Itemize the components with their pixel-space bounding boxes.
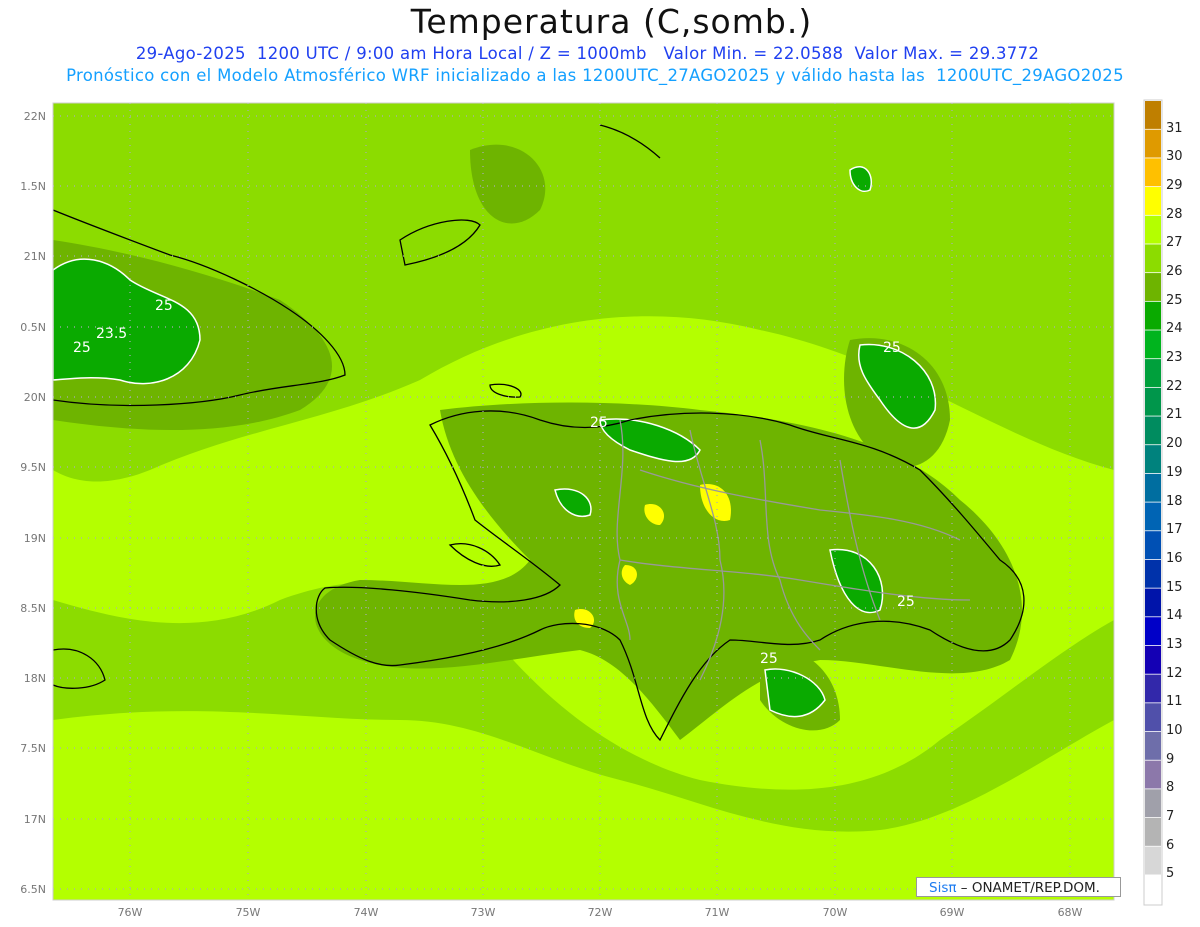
colorbar-swatch (1145, 330, 1161, 359)
colorbar-label: 27 (1166, 235, 1183, 251)
colorbar-swatch (1145, 273, 1161, 301)
colorbar-swatch (1145, 387, 1161, 416)
colorbar-label: 21 (1166, 407, 1183, 423)
longitude-axis: 76W 75W 74W 73W 72W 71W 70W 69W 68W (118, 906, 1083, 919)
lon-tick: 75W (236, 906, 261, 919)
lat-tick: 19N (24, 532, 46, 545)
lat-tick: 20N (24, 391, 46, 404)
colorbar-swatch (1145, 244, 1161, 273)
colorbar-swatch (1145, 301, 1161, 330)
lat-tick: 6.5N (20, 883, 46, 896)
credit-text: – ONAMET/REP.DOM. (960, 880, 1100, 896)
lat-tick: 9.5N (20, 461, 46, 474)
contour-label: 25 (883, 340, 901, 356)
colorbar-label: 5 (1166, 866, 1175, 882)
colorbar-swatch (1145, 617, 1161, 646)
lon-tick: 72W (588, 906, 613, 919)
colorbar-swatch (1145, 531, 1161, 560)
temperature-map: 25 23.5 25 25 25 25 25 76W 75W 74W 73W 7… (20, 99, 1163, 919)
credit-brand: Sisπ (929, 880, 957, 896)
colorbar-swatch (1145, 731, 1161, 760)
lon-tick: 68W (1058, 906, 1083, 919)
lon-tick: 73W (471, 906, 496, 919)
colorbar-label: 10 (1166, 722, 1183, 738)
colorbar-label: 12 (1166, 665, 1183, 681)
colorbar-swatch (1145, 473, 1161, 502)
colorbar-label: 19 (1166, 464, 1183, 480)
colorbar-swatch (1145, 158, 1161, 187)
lat-tick: 1.5N (20, 180, 46, 193)
colorbar-label: 24 (1166, 321, 1183, 337)
contour-label: 25 (760, 651, 778, 667)
contour-label: 25 (73, 340, 91, 356)
colorbar-label: 14 (1166, 608, 1183, 624)
colorbar-swatch (1145, 101, 1161, 129)
colorbar-label: 18 (1166, 493, 1183, 509)
credit-box: Sisπ – ONAMET/REP.DOM. (916, 877, 1121, 897)
lat-tick: 22N (24, 110, 46, 123)
colorbar-swatch (1145, 645, 1161, 674)
colorbar-label: 6 (1166, 837, 1175, 853)
colorbar-label: 16 (1166, 550, 1183, 566)
colorbar-swatch (1145, 875, 1161, 904)
colorbar-swatch (1145, 817, 1161, 846)
colorbar-label: 15 (1166, 579, 1183, 595)
lat-tick: 17N (24, 813, 46, 826)
colorbar-swatch (1145, 502, 1161, 531)
colorbar-swatch (1145, 588, 1161, 617)
colorbar-swatch (1145, 445, 1161, 474)
colorbar-swatch (1145, 187, 1161, 215)
colorbar-swatch (1145, 559, 1161, 588)
colorbar-label: 11 (1166, 694, 1183, 710)
colorbar-swatch (1145, 359, 1161, 387)
contour-label: 25 (590, 415, 608, 431)
contour-label: 25 (155, 298, 173, 314)
colorbar-label: 9 (1166, 751, 1175, 767)
colorbar-label: 25 (1166, 292, 1183, 308)
lon-tick: 70W (823, 906, 848, 919)
colorbar-label: 7 (1166, 808, 1175, 824)
colorbar-swatch (1145, 416, 1161, 445)
colorbar-label: 8 (1166, 780, 1175, 796)
latitude-axis: 22N 1.5N 21N 0.5N 20N 9.5N 19N 8.5N 18N … (20, 110, 46, 896)
contour-label: 23.5 (96, 326, 127, 342)
colorbar-label: 31 (1166, 120, 1183, 136)
colorbar-label: 22 (1166, 378, 1183, 394)
colorbar-swatch (1145, 789, 1161, 818)
colorbar-swatch (1145, 129, 1161, 158)
lat-tick: 8.5N (20, 602, 46, 615)
colorbar-swatch (1145, 760, 1161, 789)
colorbar-label: 29 (1166, 178, 1183, 194)
lon-tick: 71W (705, 906, 730, 919)
lon-tick: 69W (940, 906, 965, 919)
colorbar-swatch (1145, 215, 1161, 244)
colorbar-label: 26 (1166, 264, 1183, 280)
colorbar-label: 23 (1166, 350, 1183, 366)
colorbar (1143, 99, 1163, 906)
contour-label: 25 (897, 594, 915, 610)
colorbar-label: 20 (1166, 436, 1183, 452)
colorbar-label: 28 (1166, 206, 1183, 222)
lat-tick: 7.5N (20, 742, 46, 755)
colorbar-swatch (1145, 674, 1161, 703)
lat-tick: 0.5N (20, 321, 46, 334)
colorbar-label: 30 (1166, 149, 1183, 165)
colorbar-swatch (1145, 703, 1161, 732)
lat-tick: 18N (24, 672, 46, 685)
lon-tick: 74W (354, 906, 379, 919)
colorbar-label: 17 (1166, 522, 1183, 538)
lat-tick: 21N (24, 250, 46, 263)
colorbar-label: 13 (1166, 636, 1183, 652)
lon-tick: 76W (118, 906, 143, 919)
colorbar-swatch (1145, 846, 1161, 875)
